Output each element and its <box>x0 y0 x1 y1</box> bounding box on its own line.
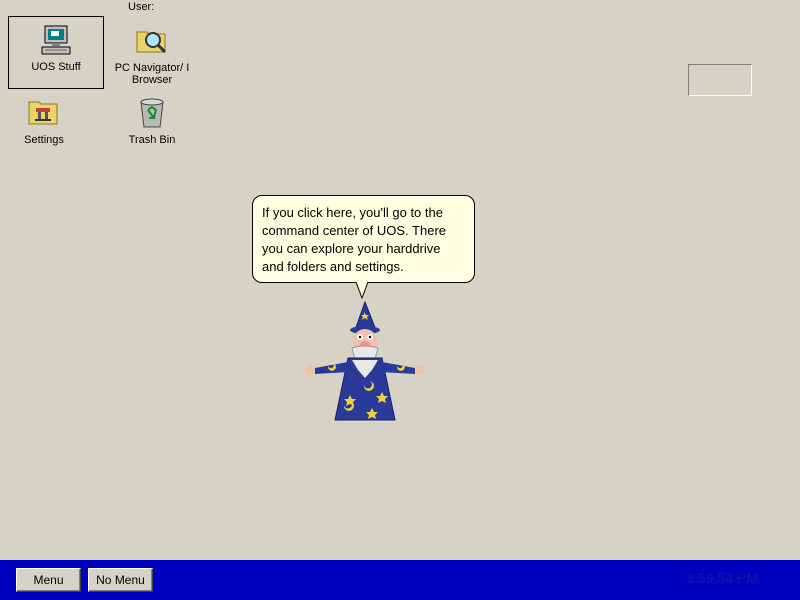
desktop-icon-pc-navigator[interactable]: PC Navigator/ I Browser <box>104 24 200 86</box>
desktop-icon-label: Trash Bin <box>128 134 176 146</box>
desktop-icon-label: Settings <box>24 134 64 146</box>
desktop-icon-label: UOS Stuff <box>31 61 81 73</box>
empty-field <box>688 64 752 96</box>
wizard-icon[interactable] <box>300 300 430 425</box>
desktop-icon-uos-stuff[interactable]: UOS Stuff <box>8 16 104 89</box>
computer-icon <box>39 23 73 57</box>
desktop-icon-settings[interactable]: Settings <box>0 96 88 146</box>
balloon-tail <box>356 282 369 300</box>
settings-folder-icon <box>27 96 61 130</box>
desktop-icon-label: PC Navigator/ I Browser <box>114 62 190 86</box>
balloon-text: If you click here, you'll go to the comm… <box>262 205 447 274</box>
user-label: User: <box>128 1 155 13</box>
clock: 3:59:54 PM <box>686 570 758 586</box>
recycle-bin-icon <box>135 96 169 130</box>
folder-search-icon <box>135 24 169 58</box>
menu-button[interactable]: Menu <box>16 568 81 592</box>
desktop-icon-trash-bin[interactable]: Trash Bin <box>104 96 200 146</box>
no-menu-button[interactable]: No Menu <box>88 568 153 592</box>
taskbar: Menu No Menu 3:59:54 PM <box>0 560 800 600</box>
tooltip-balloon: If you click here, you'll go to the comm… <box>252 195 475 283</box>
